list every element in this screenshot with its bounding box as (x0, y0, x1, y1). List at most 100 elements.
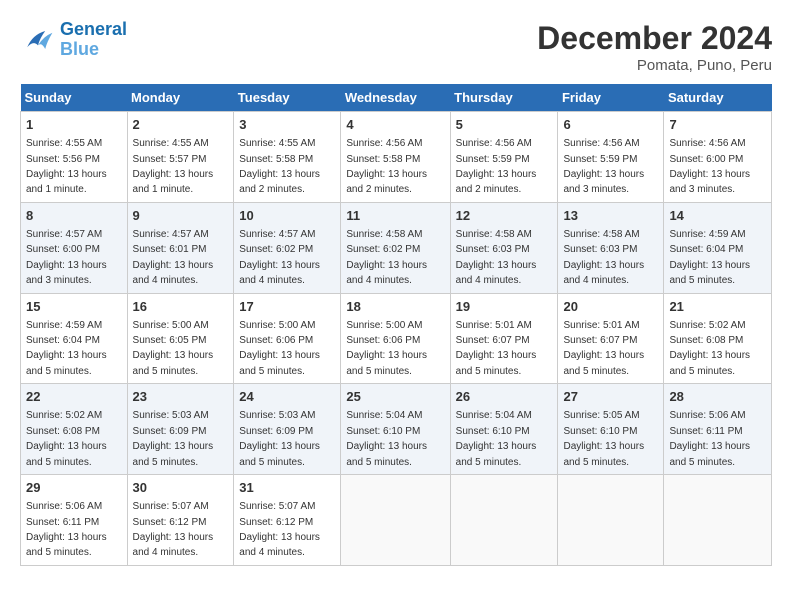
day-number: 5 (456, 116, 553, 134)
calendar-cell: 3 Sunrise: 4:55 AMSunset: 5:58 PMDayligh… (234, 112, 341, 203)
day-number: 17 (239, 298, 335, 316)
day-info: Sunrise: 5:04 AMSunset: 6:10 PMDaylight:… (346, 410, 427, 467)
day-info: Sunrise: 5:01 AMSunset: 6:07 PMDaylight:… (456, 320, 537, 377)
day-number: 18 (346, 298, 444, 316)
day-info: Sunrise: 4:57 AMSunset: 6:00 PMDaylight:… (26, 229, 107, 286)
day-number: 9 (133, 207, 229, 225)
day-info: Sunrise: 5:01 AMSunset: 6:07 PMDaylight:… (563, 320, 644, 377)
calendar-table: SundayMondayTuesdayWednesdayThursdayFrid… (20, 84, 772, 566)
day-info: Sunrise: 4:56 AMSunset: 5:59 PMDaylight:… (563, 138, 644, 195)
calendar-cell: 31 Sunrise: 5:07 AMSunset: 6:12 PMDaylig… (234, 475, 341, 566)
day-info: Sunrise: 5:06 AMSunset: 6:11 PMDaylight:… (26, 501, 107, 558)
day-info: Sunrise: 5:00 AMSunset: 6:05 PMDaylight:… (133, 320, 214, 377)
calendar-cell: 23 Sunrise: 5:03 AMSunset: 6:09 PMDaylig… (127, 384, 234, 475)
calendar-cell: 24 Sunrise: 5:03 AMSunset: 6:09 PMDaylig… (234, 384, 341, 475)
day-info: Sunrise: 5:06 AMSunset: 6:11 PMDaylight:… (669, 410, 750, 467)
day-info: Sunrise: 4:59 AMSunset: 6:04 PMDaylight:… (669, 229, 750, 286)
day-info: Sunrise: 4:56 AMSunset: 6:00 PMDaylight:… (669, 138, 750, 195)
week-row-4: 22 Sunrise: 5:02 AMSunset: 6:08 PMDaylig… (21, 384, 772, 475)
calendar-cell: 1 Sunrise: 4:55 AMSunset: 5:56 PMDayligh… (21, 112, 128, 203)
calendar-cell: 28 Sunrise: 5:06 AMSunset: 6:11 PMDaylig… (664, 384, 772, 475)
calendar-body: 1 Sunrise: 4:55 AMSunset: 5:56 PMDayligh… (21, 112, 772, 566)
day-info: Sunrise: 5:03 AMSunset: 6:09 PMDaylight:… (239, 410, 320, 467)
calendar-cell: 6 Sunrise: 4:56 AMSunset: 5:59 PMDayligh… (558, 112, 664, 203)
dow-header-friday: Friday (558, 84, 664, 112)
dow-header-monday: Monday (127, 84, 234, 112)
day-info: Sunrise: 4:58 AMSunset: 6:03 PMDaylight:… (563, 229, 644, 286)
location: Pomata, Puno, Peru (537, 57, 772, 74)
day-info: Sunrise: 5:02 AMSunset: 6:08 PMDaylight:… (669, 320, 750, 377)
dow-header-saturday: Saturday (664, 84, 772, 112)
day-info: Sunrise: 5:00 AMSunset: 6:06 PMDaylight:… (239, 320, 320, 377)
calendar-cell: 30 Sunrise: 5:07 AMSunset: 6:12 PMDaylig… (127, 475, 234, 566)
day-number: 26 (456, 388, 553, 406)
day-number: 12 (456, 207, 553, 225)
day-info: Sunrise: 4:56 AMSunset: 5:58 PMDaylight:… (346, 138, 427, 195)
dow-header-sunday: Sunday (21, 84, 128, 112)
calendar-cell (450, 475, 558, 566)
day-number: 23 (133, 388, 229, 406)
day-info: Sunrise: 4:57 AMSunset: 6:02 PMDaylight:… (239, 229, 320, 286)
week-row-1: 1 Sunrise: 4:55 AMSunset: 5:56 PMDayligh… (21, 112, 772, 203)
calendar-cell: 11 Sunrise: 4:58 AMSunset: 6:02 PMDaylig… (341, 202, 450, 293)
calendar-cell (558, 475, 664, 566)
day-number: 14 (669, 207, 766, 225)
calendar-cell (664, 475, 772, 566)
day-info: Sunrise: 4:55 AMSunset: 5:56 PMDaylight:… (26, 138, 107, 195)
calendar-cell: 10 Sunrise: 4:57 AMSunset: 6:02 PMDaylig… (234, 202, 341, 293)
day-number: 24 (239, 388, 335, 406)
calendar-cell (341, 475, 450, 566)
calendar-cell: 21 Sunrise: 5:02 AMSunset: 6:08 PMDaylig… (664, 293, 772, 384)
day-info: Sunrise: 4:55 AMSunset: 5:58 PMDaylight:… (239, 138, 320, 195)
dow-header-thursday: Thursday (450, 84, 558, 112)
calendar-cell: 16 Sunrise: 5:00 AMSunset: 6:05 PMDaylig… (127, 293, 234, 384)
day-number: 13 (563, 207, 658, 225)
calendar-cell: 27 Sunrise: 5:05 AMSunset: 6:10 PMDaylig… (558, 384, 664, 475)
day-number: 6 (563, 116, 658, 134)
week-row-2: 8 Sunrise: 4:57 AMSunset: 6:00 PMDayligh… (21, 202, 772, 293)
calendar-cell: 9 Sunrise: 4:57 AMSunset: 6:01 PMDayligh… (127, 202, 234, 293)
calendar-cell: 15 Sunrise: 4:59 AMSunset: 6:04 PMDaylig… (21, 293, 128, 384)
calendar-cell: 13 Sunrise: 4:58 AMSunset: 6:03 PMDaylig… (558, 202, 664, 293)
dow-header-tuesday: Tuesday (234, 84, 341, 112)
day-info: Sunrise: 5:02 AMSunset: 6:08 PMDaylight:… (26, 410, 107, 467)
day-number: 19 (456, 298, 553, 316)
day-info: Sunrise: 5:04 AMSunset: 6:10 PMDaylight:… (456, 410, 537, 467)
calendar-cell: 26 Sunrise: 5:04 AMSunset: 6:10 PMDaylig… (450, 384, 558, 475)
day-info: Sunrise: 5:05 AMSunset: 6:10 PMDaylight:… (563, 410, 644, 467)
page-header: General Blue December 2024 Pomata, Puno,… (20, 20, 772, 74)
day-info: Sunrise: 4:58 AMSunset: 6:03 PMDaylight:… (456, 229, 537, 286)
calendar-cell: 17 Sunrise: 5:00 AMSunset: 6:06 PMDaylig… (234, 293, 341, 384)
logo-text: General Blue (60, 20, 127, 60)
day-number: 7 (669, 116, 766, 134)
day-number: 21 (669, 298, 766, 316)
calendar-cell: 25 Sunrise: 5:04 AMSunset: 6:10 PMDaylig… (341, 384, 450, 475)
day-number: 4 (346, 116, 444, 134)
calendar-cell: 12 Sunrise: 4:58 AMSunset: 6:03 PMDaylig… (450, 202, 558, 293)
day-number: 20 (563, 298, 658, 316)
day-number: 28 (669, 388, 766, 406)
day-info: Sunrise: 4:59 AMSunset: 6:04 PMDaylight:… (26, 320, 107, 377)
day-info: Sunrise: 4:56 AMSunset: 5:59 PMDaylight:… (456, 138, 537, 195)
day-number: 30 (133, 479, 229, 497)
week-row-3: 15 Sunrise: 4:59 AMSunset: 6:04 PMDaylig… (21, 293, 772, 384)
day-number: 10 (239, 207, 335, 225)
day-number: 8 (26, 207, 122, 225)
calendar-cell: 14 Sunrise: 4:59 AMSunset: 6:04 PMDaylig… (664, 202, 772, 293)
day-info: Sunrise: 5:07 AMSunset: 6:12 PMDaylight:… (239, 501, 320, 558)
day-number: 11 (346, 207, 444, 225)
day-number: 25 (346, 388, 444, 406)
week-row-5: 29 Sunrise: 5:06 AMSunset: 6:11 PMDaylig… (21, 475, 772, 566)
days-of-week-row: SundayMondayTuesdayWednesdayThursdayFrid… (21, 84, 772, 112)
day-number: 22 (26, 388, 122, 406)
day-number: 31 (239, 479, 335, 497)
day-number: 1 (26, 116, 122, 134)
calendar-cell: 20 Sunrise: 5:01 AMSunset: 6:07 PMDaylig… (558, 293, 664, 384)
logo-icon (20, 22, 56, 58)
calendar-cell: 29 Sunrise: 5:06 AMSunset: 6:11 PMDaylig… (21, 475, 128, 566)
day-number: 2 (133, 116, 229, 134)
day-info: Sunrise: 5:07 AMSunset: 6:12 PMDaylight:… (133, 501, 214, 558)
day-info: Sunrise: 4:58 AMSunset: 6:02 PMDaylight:… (346, 229, 427, 286)
day-info: Sunrise: 5:03 AMSunset: 6:09 PMDaylight:… (133, 410, 214, 467)
calendar-cell: 18 Sunrise: 5:00 AMSunset: 6:06 PMDaylig… (341, 293, 450, 384)
